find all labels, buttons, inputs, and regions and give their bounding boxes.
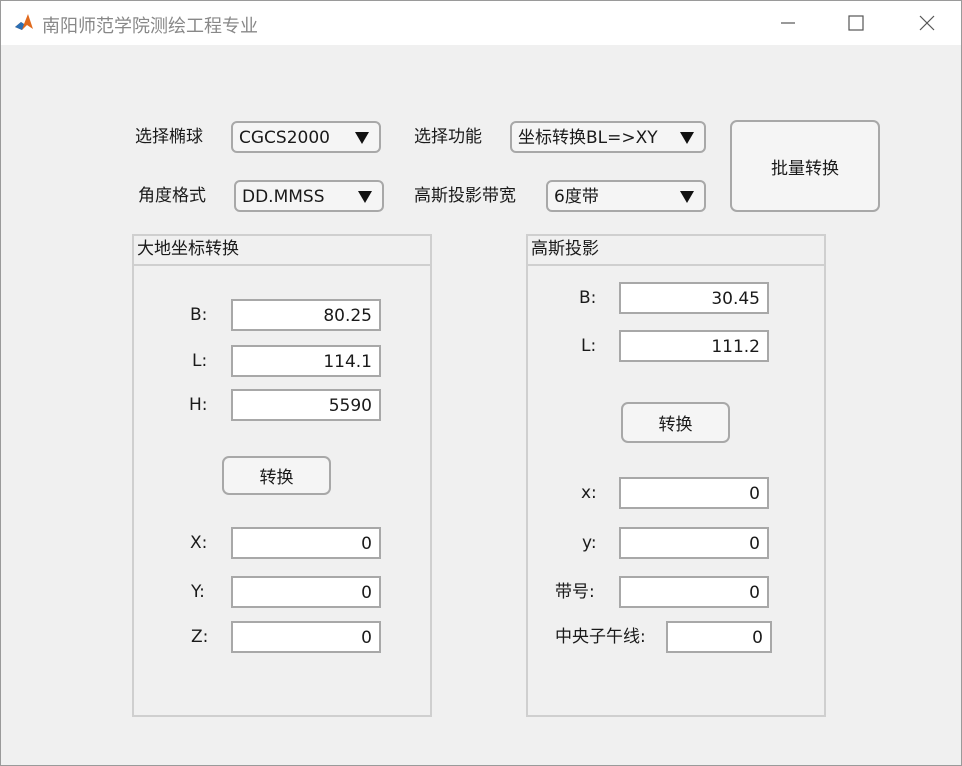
central-meridian-label: 中央子午线: [555,627,646,647]
gauss-panel-title: 高斯投影 [531,239,599,259]
angle-format-label: 角度格式 [138,186,206,206]
geo-l-label: L: [192,351,208,371]
zone-width-dropdown[interactable]: 6度带 [546,180,706,212]
geo-x-output[interactable]: 0 [231,527,381,559]
zone-number-output[interactable]: 0 [619,576,769,608]
gauss-l-value: 111.2 [711,337,760,357]
function-dropdown-value: 坐标转换BL=>XY [518,128,658,148]
gauss-x-label: x: [581,483,597,503]
matlab-icon [13,12,35,34]
geo-b-value: 80.25 [323,306,372,326]
geo-y-label: Y: [191,582,205,602]
ellipsoid-dropdown-value: CGCS2000 [239,128,330,148]
geo-z-label: Z: [191,627,209,647]
geo-h-input[interactable]: 5590 [231,389,381,421]
central-meridian-value: 0 [752,628,763,648]
minimize-button[interactable] [758,1,818,45]
geo-z-value: 0 [361,628,372,648]
window-title: 南阳师范学院测绘工程专业 [42,16,258,37]
dropdown-arrow-icon [355,132,369,144]
central-meridian-output[interactable]: 0 [666,621,772,653]
dropdown-arrow-icon [680,132,694,144]
geo-y-output[interactable]: 0 [231,576,381,608]
geodetic-panel-title: 大地坐标转换 [137,239,239,259]
function-label: 选择功能 [414,127,482,147]
zone-number-value: 0 [749,583,760,603]
geo-b-label: B: [190,305,208,325]
panel-divider [134,264,430,266]
gauss-b-label: B: [579,288,597,308]
title-bar: 南阳师范学院测绘工程专业 [1,1,961,45]
geo-x-label: X: [190,533,208,553]
zone-number-label: 带号: [555,582,595,602]
close-icon [919,15,935,31]
batch-convert-button[interactable]: 批量转换 [730,120,880,212]
geo-b-input[interactable]: 80.25 [231,299,381,331]
gauss-l-input[interactable]: 111.2 [619,330,769,362]
dropdown-arrow-icon [358,191,372,203]
close-button[interactable] [897,1,957,45]
gauss-b-value: 30.45 [711,289,760,309]
dropdown-arrow-icon [680,191,694,203]
ellipsoid-dropdown[interactable]: CGCS2000 [231,121,381,153]
gauss-x-value: 0 [749,484,760,504]
geo-y-value: 0 [361,583,372,603]
geo-z-output[interactable]: 0 [231,621,381,653]
gauss-b-input[interactable]: 30.45 [619,282,769,314]
gauss-y-output[interactable]: 0 [619,527,769,559]
geo-convert-button[interactable]: 转换 [222,456,331,495]
geo-x-value: 0 [361,534,372,554]
geo-h-value: 5590 [328,396,372,416]
maximize-icon [848,15,864,31]
zone-width-dropdown-value: 6度带 [554,187,599,207]
gauss-convert-button[interactable]: 转换 [621,402,730,443]
gauss-l-label: L: [581,336,597,356]
angle-format-dropdown-value: DD.MMSS [242,187,325,207]
geo-l-value: 114.1 [323,352,372,372]
gauss-y-value: 0 [749,534,760,554]
geo-h-label: H: [189,395,208,415]
maximize-button[interactable] [826,1,886,45]
gauss-x-output[interactable]: 0 [619,477,769,509]
panel-divider [528,264,824,266]
ellipsoid-label: 选择椭球 [135,127,203,147]
angle-format-dropdown[interactable]: DD.MMSS [234,180,384,212]
minimize-icon [781,22,795,24]
zone-width-label: 高斯投影带宽 [414,186,516,206]
gauss-y-label: y: [582,533,597,553]
function-dropdown[interactable]: 坐标转换BL=>XY [510,121,706,153]
geo-l-input[interactable]: 114.1 [231,345,381,377]
